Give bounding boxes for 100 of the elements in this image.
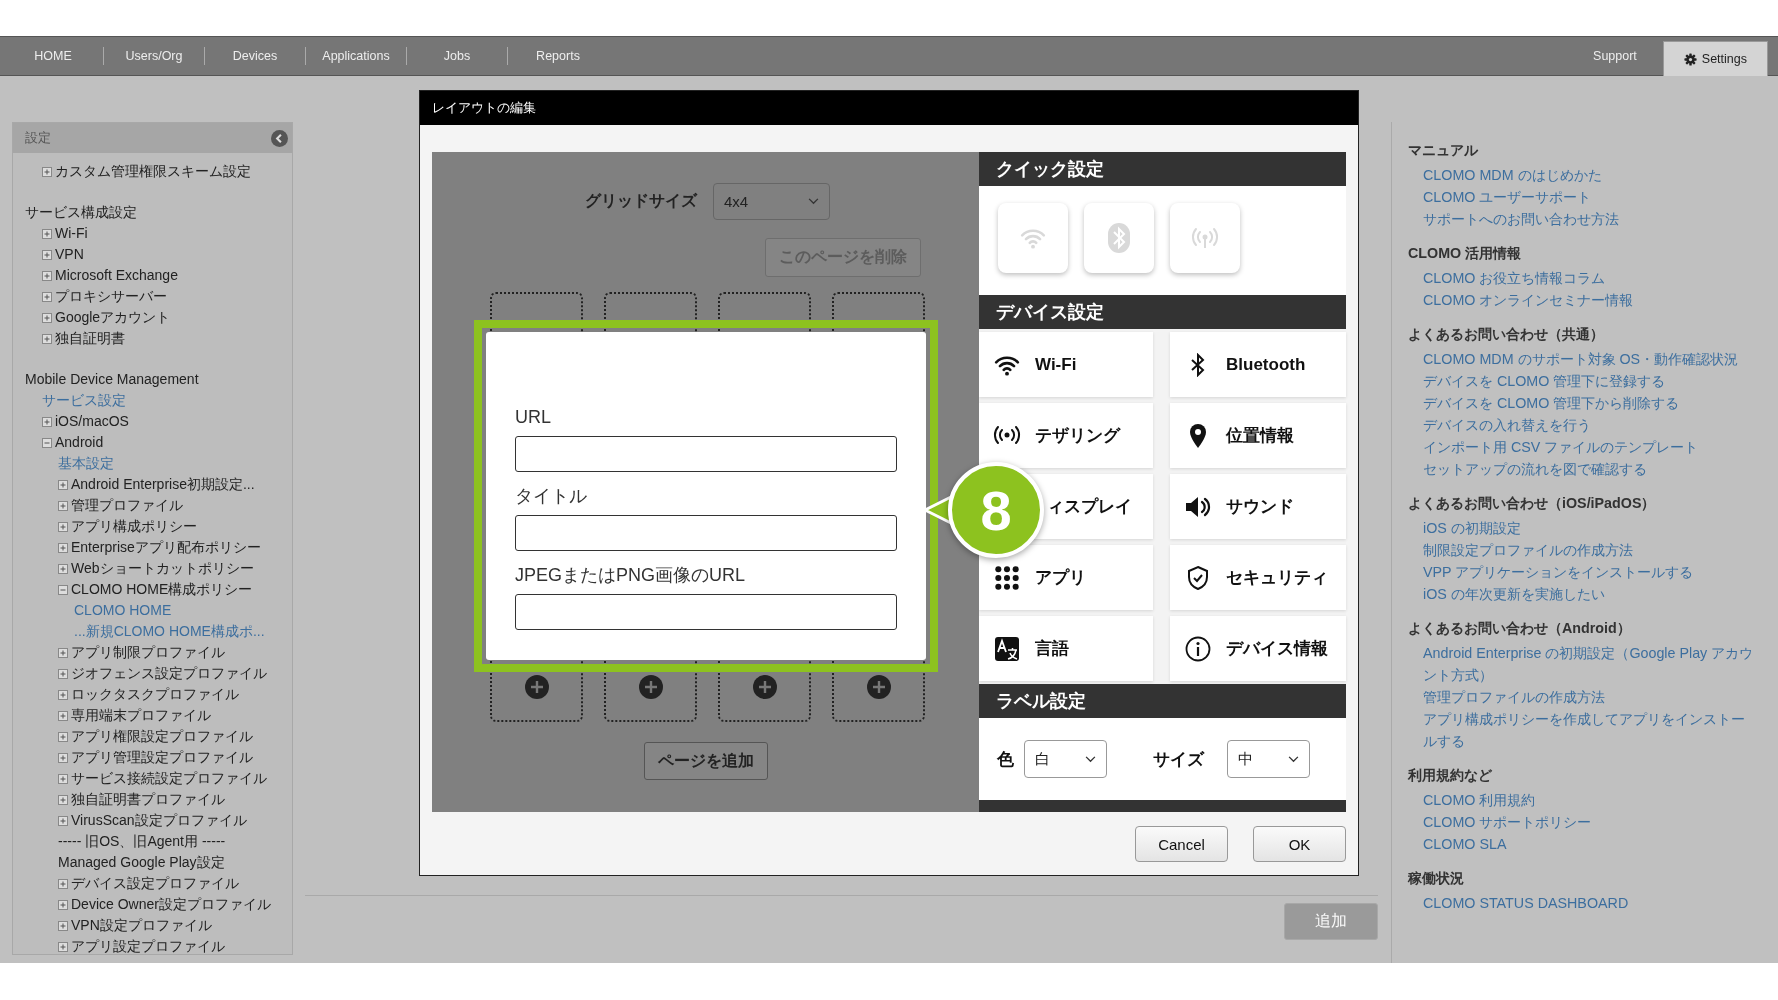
tree-item[interactable]: CLOMO HOME構成ポリシー <box>71 579 253 600</box>
expand-icon[interactable] <box>58 563 68 574</box>
tree-item[interactable]: 管理プロファイル <box>71 495 183 516</box>
expand-icon[interactable] <box>58 668 68 679</box>
tree-item[interactable]: アプリ管理設定プロファイル <box>71 747 253 768</box>
tree-item[interactable]: VPN <box>55 244 84 265</box>
tree-item[interactable]: VPN設定プロファイル <box>71 915 212 936</box>
nav-tab[interactable]: Applications <box>306 41 406 71</box>
nav-tab[interactable]: Jobs <box>407 41 507 71</box>
tree-item[interactable]: アプリ制限プロファイル <box>71 642 225 663</box>
tree-item[interactable]: ジオフェンス設定プロファイル <box>71 663 267 684</box>
expand-icon[interactable] <box>42 249 52 260</box>
field-label: タイトル <box>515 485 588 507</box>
expand-icon[interactable] <box>42 312 52 323</box>
expand-icon[interactable] <box>58 479 68 490</box>
nav-tab[interactable]: HOME <box>3 41 103 71</box>
setting-card[interactable]: アプリ <box>979 545 1153 610</box>
tree-item[interactable]: 独自証明書プロファイル <box>71 789 225 810</box>
nav-tab[interactable]: Reports <box>508 41 608 71</box>
setting-card[interactable]: テザリング <box>979 403 1153 468</box>
input-field[interactable] <box>515 515 897 551</box>
collapse-icon[interactable] <box>58 584 68 595</box>
field-label: サイズ <box>1153 748 1204 771</box>
section-heading: よくあるお問い合わせ（iOS/iPadOS） <box>1408 494 1657 513</box>
tree-item[interactable]: Android <box>55 432 104 453</box>
nav-tab[interactable]: Users/Org <box>104 41 204 71</box>
expand-icon[interactable] <box>58 689 68 700</box>
expand-icon[interactable] <box>58 752 68 763</box>
add-icon[interactable] <box>866 675 891 699</box>
tree-item[interactable]: アプリ権限設定プロファイル <box>71 726 253 747</box>
setting-card[interactable]: 位置情報 <box>1170 403 1346 468</box>
expand-icon[interactable] <box>58 731 68 742</box>
expand-icon[interactable] <box>58 941 68 952</box>
expand-icon[interactable] <box>42 166 52 177</box>
setting-card[interactable]: サウンド <box>1170 474 1346 539</box>
collapse-sidebar-icon[interactable] <box>271 129 288 147</box>
tree-item[interactable]: Googleアカウント <box>55 307 171 328</box>
tree-item[interactable]: アプリ構成ポリシー <box>71 516 197 537</box>
size-select[interactable]: 中 <box>1227 740 1310 778</box>
color-select[interactable]: 白 <box>1024 740 1107 778</box>
quick-tile[interactable] <box>1170 203 1240 273</box>
tree-item[interactable]: サービス接続設定プロファイル <box>71 768 267 789</box>
nav-tab[interactable]: Devices <box>205 41 305 71</box>
info-icon <box>1185 635 1211 662</box>
section-header: ラベル設定 <box>979 684 1346 718</box>
expand-icon[interactable] <box>58 710 68 721</box>
tree-item[interactable]: Device Owner設定プロファイル <box>71 894 271 915</box>
setting-card[interactable]: Bluetooth <box>1170 332 1346 397</box>
add-page-button[interactable]: ページを追加 <box>643 742 768 780</box>
tree-item[interactable]: Microsoft Exchange <box>55 265 178 286</box>
tree-item[interactable]: アプリ設定プロファイル <box>71 936 225 957</box>
dialog-button[interactable]: OK <box>1253 826 1346 862</box>
tree-item[interactable]: VirusScan設定プロファイル <box>71 810 247 831</box>
tree-item[interactable]: Webショートカットポリシー <box>71 558 254 579</box>
collapse-icon[interactable] <box>42 437 52 448</box>
add-icon[interactable] <box>638 675 663 699</box>
setting-card[interactable]: Wi-Fi <box>979 332 1153 397</box>
tree-item[interactable]: Enterpriseアプリ配布ポリシー <box>71 537 261 558</box>
expand-icon[interactable] <box>42 270 52 281</box>
setting-label: Bluetooth <box>1226 354 1306 375</box>
add-icon[interactable] <box>752 675 777 699</box>
nav-tab[interactable]: Settings <box>1662 41 1768 76</box>
dialog-button[interactable]: Cancel <box>1135 826 1228 862</box>
expand-icon[interactable] <box>42 291 52 302</box>
tree-item[interactable]: Android Enterprise初期設定... <box>71 474 255 495</box>
expand-icon[interactable] <box>58 878 68 889</box>
tree-item[interactable]: 専用端末プロファイル <box>71 705 211 726</box>
setting-card[interactable]: 言語 <box>979 616 1153 681</box>
tree-item[interactable]: Wi-Fi <box>55 223 88 244</box>
expand-icon[interactable] <box>58 920 68 931</box>
expand-icon[interactable] <box>58 542 68 553</box>
tree-label: Managed Google Play設定 <box>58 853 225 872</box>
tree-item[interactable]: ロックタスクプロファイル <box>71 684 239 705</box>
expand-icon[interactable] <box>42 416 52 427</box>
quick-tile[interactable] <box>998 203 1068 273</box>
expand-icon[interactable] <box>58 500 68 511</box>
chevron-icon <box>1085 755 1096 763</box>
setting-card[interactable]: デバイス情報 <box>1170 616 1346 681</box>
expand-icon[interactable] <box>58 815 68 826</box>
input-field[interactable] <box>515 436 897 472</box>
quick-tile[interactable] <box>1084 203 1154 273</box>
expand-icon[interactable] <box>42 333 52 344</box>
expand-icon[interactable] <box>42 228 52 239</box>
tree-item[interactable]: カスタム管理権限スキーム設定 <box>55 161 251 182</box>
expand-icon[interactable] <box>58 899 68 910</box>
setting-card[interactable]: セキュリティ <box>1170 545 1346 610</box>
expand-icon[interactable] <box>58 794 68 805</box>
expand-icon[interactable] <box>58 773 68 784</box>
tree-item[interactable]: iOS/macOS <box>55 411 129 432</box>
setting-label: テザリング <box>1035 425 1120 447</box>
input-field[interactable] <box>515 594 897 630</box>
tree-item[interactable]: デバイス設定プロファイル <box>71 873 239 894</box>
tree-item[interactable]: 独自証明書 <box>55 328 125 349</box>
grid-size-select[interactable]: 4x4 <box>713 183 830 220</box>
setting-label: 位置情報 <box>1226 425 1294 447</box>
expand-icon[interactable] <box>58 521 68 532</box>
expand-icon[interactable] <box>58 647 68 658</box>
add-icon[interactable] <box>524 675 549 699</box>
tree-item[interactable]: プロキシサーバー <box>55 286 167 307</box>
nav-tab[interactable]: Support <box>1567 37 1663 75</box>
